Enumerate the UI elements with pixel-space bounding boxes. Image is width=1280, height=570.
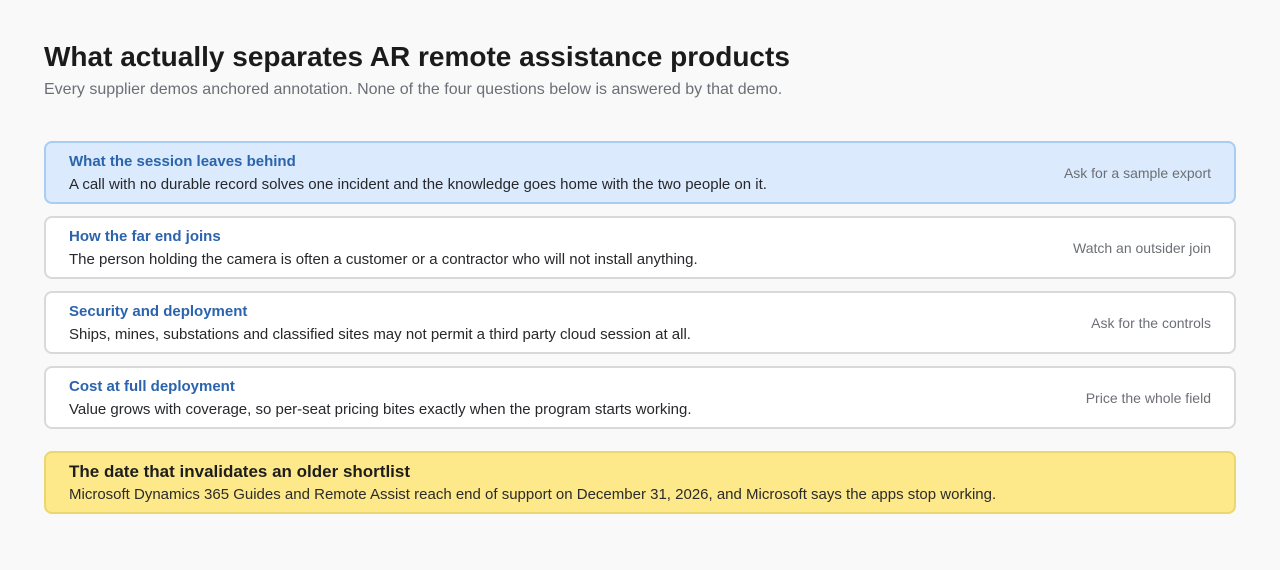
page: What actually separates AR remote assist… bbox=[0, 0, 1280, 570]
question-text: How the far end joins The person holding… bbox=[69, 227, 698, 269]
notice-title: The date that invalidates an older short… bbox=[69, 462, 411, 481]
question-description: Value grows with coverage, so per-seat p… bbox=[69, 400, 692, 418]
question-title: Cost at full deployment bbox=[69, 377, 235, 395]
question-action-link[interactable]: Ask for the controls bbox=[1071, 314, 1211, 332]
question-text: Cost at full deployment Value grows with… bbox=[69, 377, 692, 419]
question-list: What the session leaves behind A call wi… bbox=[44, 141, 1236, 429]
question-description: The person holding the camera is often a… bbox=[69, 250, 698, 268]
question-title: Security and deployment bbox=[69, 302, 248, 320]
question-title: How the far end joins bbox=[69, 227, 221, 245]
page-subtitle: Every supplier demos anchored annotation… bbox=[44, 81, 783, 98]
question-title: What the session leaves behind bbox=[69, 152, 296, 170]
question-action-link[interactable]: Watch an outsider join bbox=[1053, 239, 1211, 257]
question-card-cost[interactable]: Cost at full deployment Value grows with… bbox=[44, 366, 1236, 429]
question-card-far-end-join[interactable]: How the far end joins The person holding… bbox=[44, 216, 1236, 279]
question-action-link[interactable]: Price the whole field bbox=[1066, 389, 1211, 407]
question-description: Ships, mines, substations and classified… bbox=[69, 325, 691, 343]
page-title: What actually separates AR remote assist… bbox=[44, 41, 790, 72]
question-description: A call with no durable record solves one… bbox=[69, 175, 767, 193]
notice-body: Microsoft Dynamics 365 Guides and Remote… bbox=[69, 486, 997, 503]
question-card-session-record[interactable]: What the session leaves behind A call wi… bbox=[44, 141, 1236, 204]
question-card-security[interactable]: Security and deployment Ships, mines, su… bbox=[44, 291, 1236, 354]
question-text: What the session leaves behind A call wi… bbox=[69, 152, 767, 194]
question-action-link[interactable]: Ask for a sample export bbox=[1044, 164, 1211, 182]
notice-banner: The date that invalidates an older short… bbox=[44, 451, 1236, 514]
question-text: Security and deployment Ships, mines, su… bbox=[69, 302, 691, 344]
